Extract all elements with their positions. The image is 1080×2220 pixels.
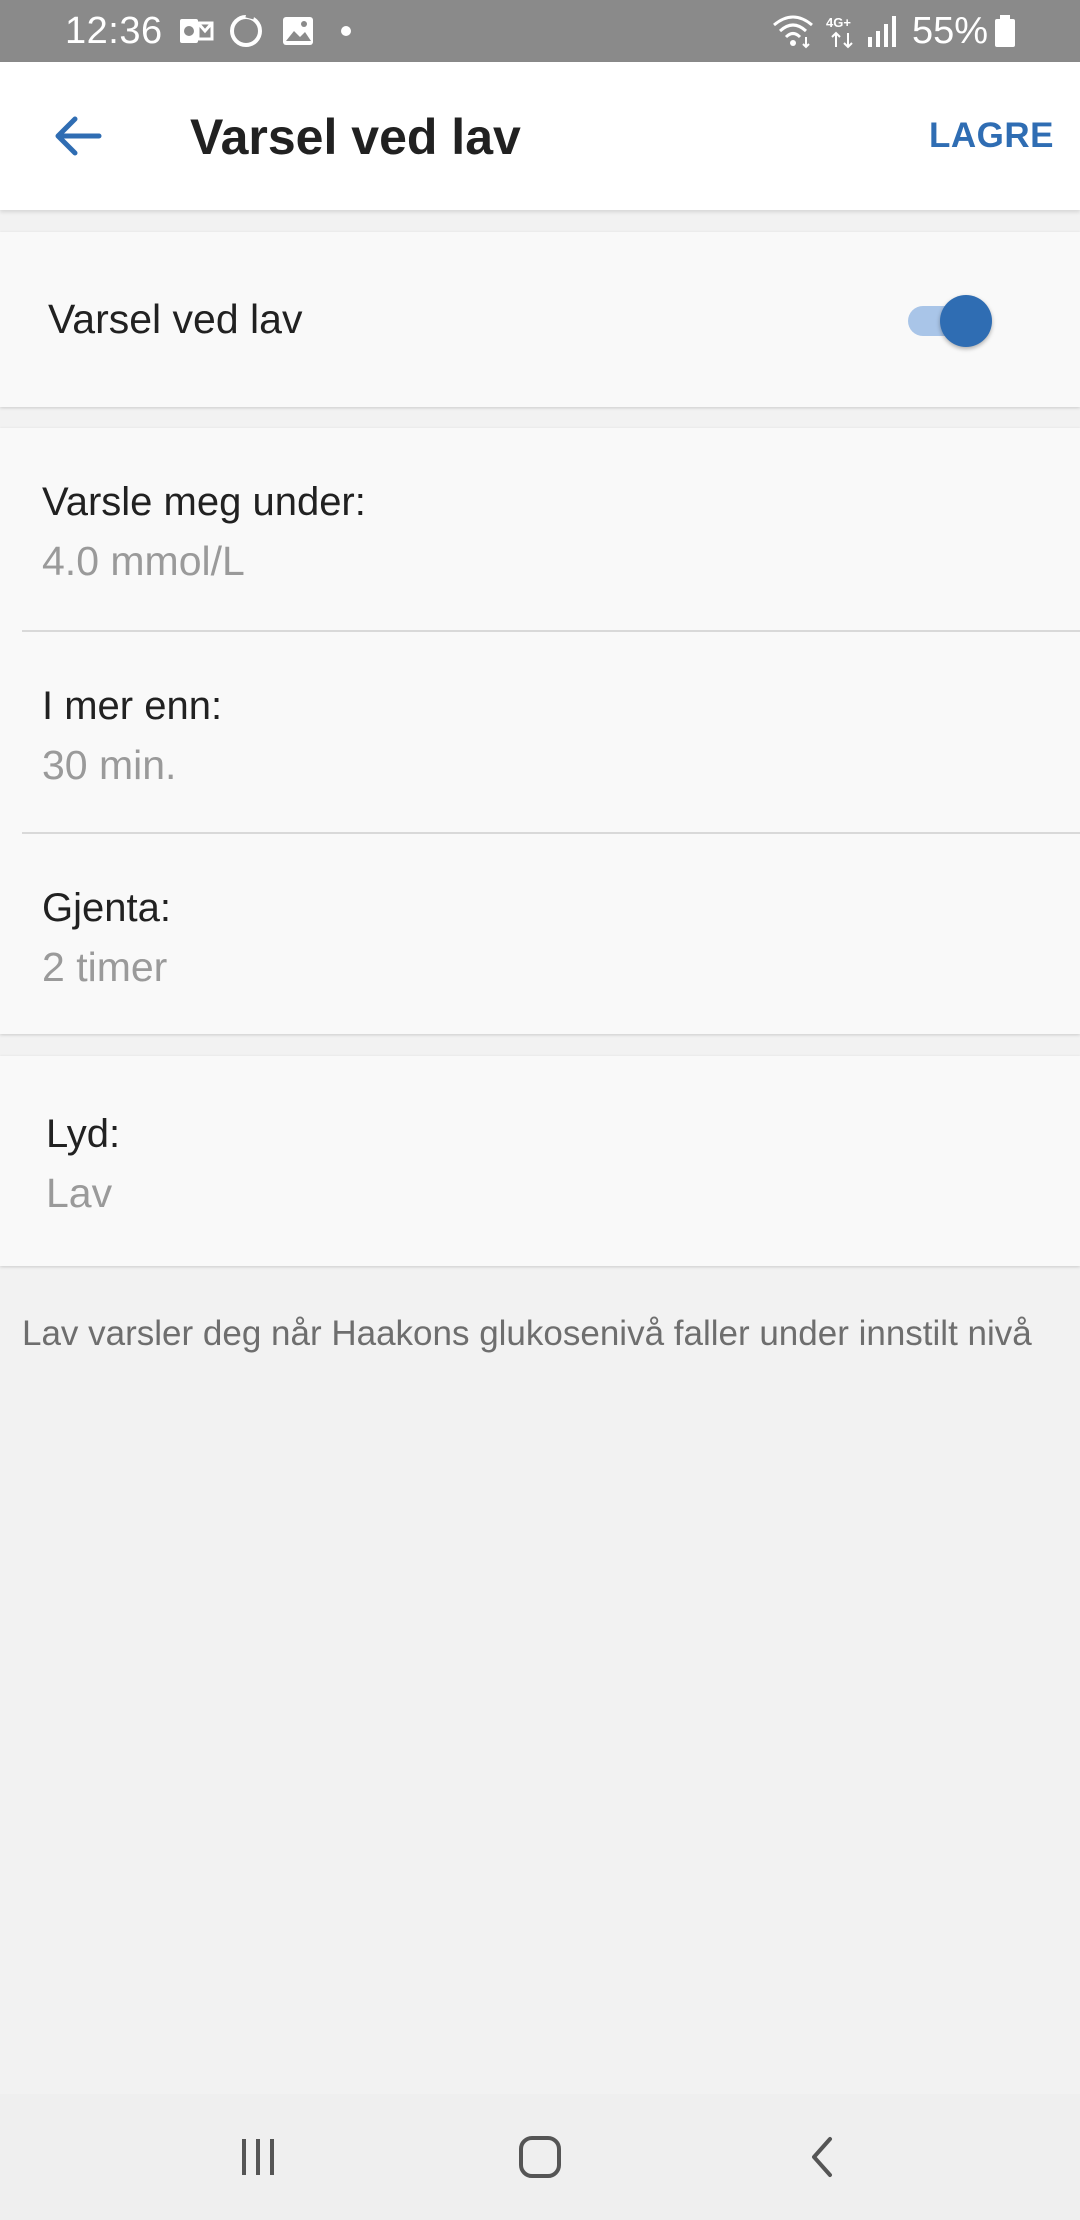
alert-description: Lav varsler deg når Haakons glukosenivå … — [22, 1314, 1032, 1353]
svg-text:4G+: 4G+ — [826, 15, 851, 30]
signal-icon — [866, 13, 898, 49]
outlook-icon — [178, 13, 214, 49]
battery-percent: 55% — [912, 10, 989, 52]
navigation-bar — [0, 2094, 1080, 2220]
wifi-icon — [770, 13, 816, 49]
notification-dot-icon — [336, 13, 372, 49]
status-bar: 12:36 4G+ 55% — [0, 0, 1080, 62]
home-icon — [519, 2136, 561, 2178]
setting-row-repeat[interactable]: Gjenta: 2 timer — [0, 834, 1080, 1034]
alert-settings-card: Varsle meg under: 4.0 mmol/L I mer enn: … — [0, 428, 1080, 1034]
back-icon — [812, 2137, 832, 2177]
sync-circle-icon — [228, 12, 264, 49]
gallery-icon — [280, 13, 316, 49]
arrow-left-icon — [55, 116, 102, 156]
setting-value: 4.0 mmol/L — [42, 538, 245, 584]
alert-toggle-card: Varsel ved lav — [0, 232, 1080, 407]
setting-label: Varsle meg under: — [42, 480, 366, 524]
back-button[interactable] — [40, 98, 116, 174]
save-button[interactable]: LAGRE — [929, 114, 1054, 158]
recent-apps-button[interactable] — [218, 2124, 298, 2190]
app-bar: Varsel ved lav LAGRE — [0, 62, 1080, 210]
alert-toggle-label: Varsel ved lav — [48, 296, 303, 342]
sound-value: Lav — [46, 1170, 113, 1216]
battery-icon — [992, 13, 1018, 49]
switch-thumb — [940, 295, 992, 347]
setting-value: 30 min. — [42, 742, 177, 788]
page-title: Varsel ved lav — [190, 109, 521, 165]
home-button[interactable] — [500, 2124, 580, 2190]
4g-icon: 4G+ — [824, 13, 864, 49]
system-back-button[interactable] — [782, 2124, 862, 2190]
sound-label: Lyd: — [46, 1112, 121, 1156]
recent-apps-icon — [242, 2139, 274, 2175]
setting-value: 2 timer — [42, 944, 168, 990]
sound-card[interactable]: Lyd: Lav — [0, 1056, 1080, 1266]
setting-label: I mer enn: — [42, 684, 223, 728]
status-time: 12:36 — [65, 10, 163, 52]
setting-row-threshold[interactable]: Varsle meg under: 4.0 mmol/L — [0, 428, 1080, 628]
setting-row-duration[interactable]: I mer enn: 30 min. — [0, 632, 1080, 832]
setting-label: Gjenta: — [42, 886, 171, 930]
alert-toggle-switch[interactable] — [908, 292, 994, 348]
